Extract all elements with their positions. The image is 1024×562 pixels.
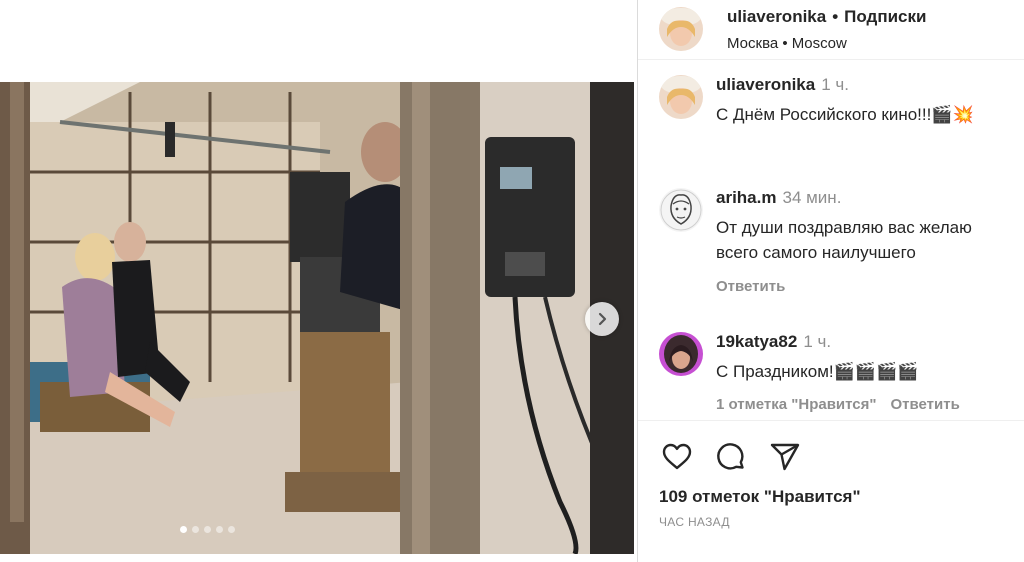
header-separator: • — [832, 7, 839, 26]
comment-meta: 1 отметка "Нравится" Ответить — [716, 396, 960, 413]
reply-button[interactable]: Ответить — [716, 278, 785, 295]
commenter-username-link[interactable]: ariha.m — [716, 188, 776, 207]
author-avatar[interactable] — [659, 7, 703, 51]
comment-button[interactable] — [714, 440, 748, 474]
caption-username-link[interactable]: uliaveronika — [716, 75, 815, 94]
following-button[interactable]: Подписки — [844, 7, 926, 26]
carousel-indicator — [180, 526, 235, 533]
post-actions — [660, 440, 802, 474]
post-side-panel: uliaveronika • Подписки Москва • Moscow ul… — [637, 0, 1024, 562]
comment-time: 34 мин. — [782, 188, 842, 207]
share-button[interactable] — [768, 440, 802, 474]
location-link[interactable]: Москва • Moscow — [727, 35, 847, 52]
comment-icon — [717, 443, 744, 470]
comment-text-line: От души поздравляю вас желаю — [716, 218, 972, 237]
commenter-avatar[interactable] — [659, 332, 703, 376]
comment-time: 1 ч. — [803, 332, 832, 351]
commenter-username-link[interactable]: 19katya82 — [716, 332, 797, 351]
caption-time: 1 ч. — [821, 75, 849, 94]
author-username-link[interactable]: uliaveronika — [727, 7, 826, 26]
carousel-dot — [216, 526, 223, 533]
like-button[interactable] — [660, 440, 694, 474]
comment-meta: Ответить — [716, 278, 785, 295]
caption-text: С Днём Российского кино!!!🎬💥 — [716, 105, 974, 124]
commenter-avatar[interactable] — [659, 188, 703, 232]
post-media-pane — [0, 0, 637, 562]
post-timestamp: ЧАС НАЗАД — [659, 515, 730, 529]
post-likes-count[interactable]: 109 отметок "Нравится" — [659, 487, 861, 507]
comment-text: От души поздравляю вас желаю всего самог… — [716, 215, 972, 265]
carousel-dot — [204, 526, 211, 533]
heart-icon — [662, 443, 692, 470]
actions-divider — [638, 420, 1024, 421]
share-icon — [770, 443, 800, 471]
post-photo[interactable] — [0, 82, 634, 554]
carousel-dot — [192, 526, 199, 533]
carousel-next-button[interactable] — [585, 302, 619, 336]
comment-text-line: всего самого наилучшего — [716, 243, 916, 262]
post-header: uliaveronika • Подписки Москва • Moscow — [638, 0, 1024, 60]
carousel-dot-active — [180, 526, 187, 533]
comment-likes-button[interactable]: 1 отметка "Нравится" — [716, 396, 877, 413]
chevron-right-icon — [598, 312, 607, 326]
reply-button[interactable]: Ответить — [891, 396, 960, 413]
carousel-dot — [228, 526, 235, 533]
caption-author-avatar[interactable] — [659, 75, 703, 119]
comment-text: С Праздником!🎬🎬🎬🎬 — [716, 359, 918, 384]
comment-text-line: С Праздником!🎬🎬🎬🎬 — [716, 362, 919, 381]
